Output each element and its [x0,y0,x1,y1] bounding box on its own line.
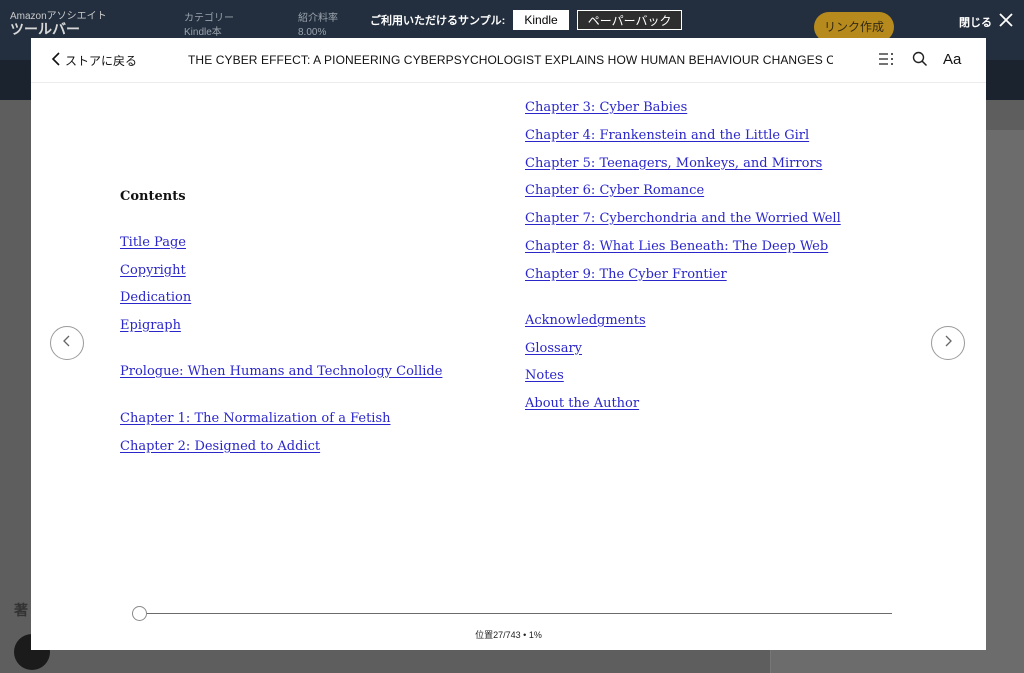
toc-link-glossary[interactable]: Glossary [525,341,582,356]
contents-heading: Contents [120,189,186,204]
toc-link-chapter-4[interactable]: Chapter 4: Frankenstein and the Little G… [525,128,809,143]
category-label: カテゴリー [184,13,234,24]
toc-link-chapter-9[interactable]: Chapter 9: The Cyber Frontier [525,267,727,282]
toc-link-chapter-3[interactable]: Chapter 3: Cyber Babies [525,100,687,115]
reader-toolbar: ストアに戻る THE CYBER EFFECT: A PIONEERING CY… [31,38,986,83]
chevron-right-icon [943,334,953,353]
previous-page-button[interactable] [50,326,84,360]
toc-link-epigraph[interactable]: Epigraph [120,318,181,333]
toc-link-chapter-8[interactable]: Chapter 8: What Lies Beneath: The Deep W… [525,239,828,254]
chevron-left-icon [51,52,61,69]
toc-link-chapter-5[interactable]: Chapter 5: Teenagers, Monkeys, and Mirro… [525,156,822,171]
toc-link-dedication[interactable]: Dedication [120,290,191,305]
search-icon[interactable] [911,50,929,73]
toc-link-title-page[interactable]: Title Page [120,235,186,250]
back-to-store-button[interactable]: ストアに戻る [51,52,137,69]
toc-link-copyright[interactable]: Copyright [120,263,186,278]
toc-link-prologue[interactable]: Prologue: When Humans and Technology Col… [120,364,442,379]
kindle-reader: ストアに戻る THE CYBER EFFECT: A PIONEERING CY… [31,38,986,650]
sample-selector: ご利用いただけるサンプル: Kindle ペーパーバック [370,10,683,30]
toc-link-acknowledgments[interactable]: Acknowledgments [525,313,646,328]
rate-label: 紹介料率 [298,13,338,24]
book-title: THE CYBER EFFECT: A PIONEERING CYBERPSYC… [188,53,833,67]
sample-label: ご利用いただけるサンプル: [370,15,506,27]
toc-link-about-the-author[interactable]: About the Author [525,396,639,411]
back-to-store-label: ストアに戻る [65,54,138,68]
toc-link-chapter-7[interactable]: Chapter 7: Cyberchondria and the Worried… [525,211,841,226]
next-page-button[interactable] [931,326,965,360]
toc-icon[interactable] [877,50,895,73]
sample-kindle-button[interactable]: Kindle [513,10,569,30]
associate-tool: ツールバー [10,21,80,37]
font-settings-button[interactable]: Aa [943,51,961,68]
toc-link-notes[interactable]: Notes [525,368,564,383]
progress-slider-track[interactable] [132,613,892,614]
associate-label: Amazonアソシエイト ツールバー [10,10,107,36]
close-icon [998,12,1014,31]
background-heading: 著 [14,602,28,618]
chevron-left-icon [62,334,72,353]
location-indicator: 位置27/743 • 1% [475,630,542,640]
close-label: 閉じる [959,16,992,29]
sample-paperback-button[interactable]: ペーパーバック [576,10,683,30]
toc-link-chapter-6[interactable]: Chapter 6: Cyber Romance [525,183,704,198]
category-info: カテゴリー Kindle本 [184,12,234,40]
progress-slider-handle[interactable] [132,606,148,621]
toc-link-chapter-2[interactable]: Chapter 2: Designed to Addict [120,439,320,454]
rate-info: 紹介料率 8.00% [298,12,338,40]
close-button[interactable]: 閉じる [959,12,1014,31]
toc-link-chapter-1[interactable]: Chapter 1: The Normalization of a Fetish [120,411,391,426]
